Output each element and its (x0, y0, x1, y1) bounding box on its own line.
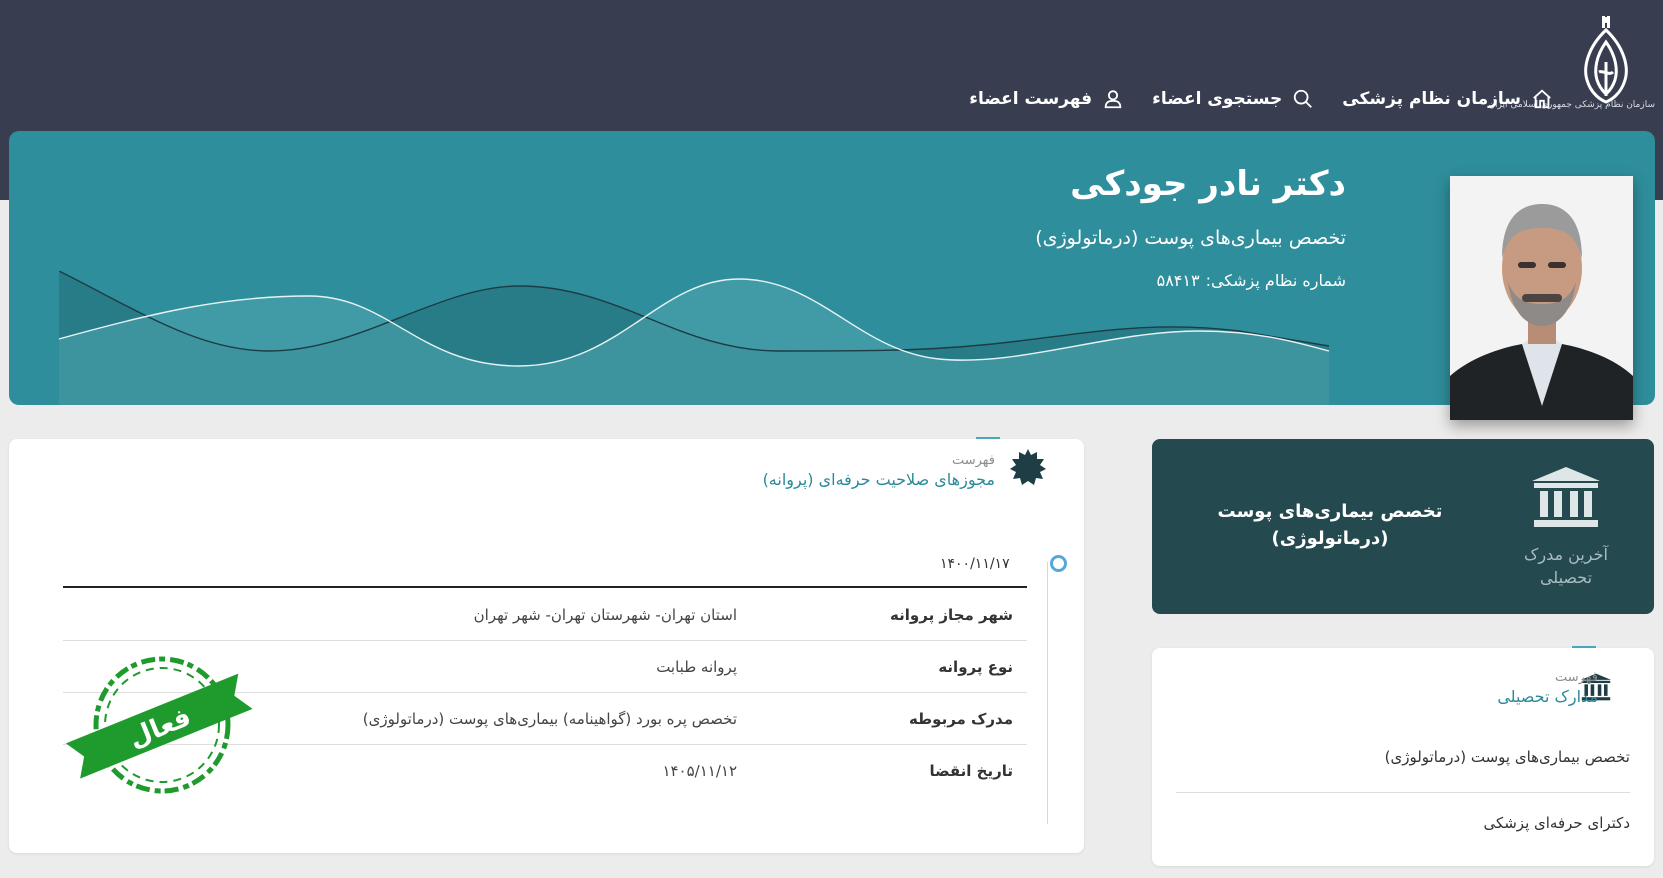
licenses-title: مجوزهای صلاحیت حرفه‌ای (پروانه) (762, 470, 995, 489)
list-item: تخصص بیماری‌های پوست (درماتولوژی) (1176, 748, 1630, 793)
main-nav: سازمان نظام پزشکی جستجوی اعضاء فهرست اعض… (969, 88, 1553, 110)
doctor-specialty: تخصص بیماری‌های پوست (درماتولوژی) (1035, 227, 1346, 249)
row-label: تاریخ انقضا (929, 762, 1013, 780)
doctor-hero-banner: دکتر نادر جودکی تخصص بیماری‌های پوست (در… (9, 131, 1655, 405)
latest-degree-caption: آخرین مدرک تحصیلی (1510, 543, 1622, 589)
nav-search-members[interactable]: جستجوی اعضاء (1152, 88, 1314, 110)
row-label: نوع پروانه (938, 657, 1013, 676)
nav-search-label: جستجوی اعضاء (1152, 89, 1283, 109)
latest-degree-title: تخصص بیماری‌های پوست (درماتولوژی) (1180, 498, 1480, 552)
degrees-title: مدارک تحصیلی (1497, 687, 1598, 706)
nav-members-label: فهرست اعضاء (969, 89, 1093, 109)
license-date: ۱۴۰۰/۱۱/۱۷ (940, 556, 1010, 572)
degrees-subtitle: فهرست (1554, 670, 1598, 685)
degree-line: (درماتولوژی) (1271, 528, 1389, 549)
badge-icon (1010, 449, 1046, 485)
degrees-header: فهرست مدارک تحصیلی (1497, 670, 1598, 706)
active-stamp: فعال (65, 656, 253, 794)
medical-council-number: شماره نظام پزشکی: ۵۸۴۱۳ (1151, 271, 1346, 290)
row-label: شهر مجاز پروانه (890, 605, 1013, 624)
licenses-subtitle: فهرست (951, 453, 995, 468)
user-icon (1104, 90, 1122, 109)
license-divider (63, 586, 1027, 588)
doctor-name: دکتر نادر جودکی (1070, 164, 1346, 204)
tab-marker (976, 437, 1000, 439)
medical-number-label: شماره نظام پزشکی: (1205, 271, 1346, 290)
nav-members-list[interactable]: فهرست اعضاء (969, 88, 1124, 110)
search-icon (1294, 89, 1313, 108)
nav-home[interactable]: سازمان نظام پزشکی (1342, 88, 1553, 110)
degree-line: تخصص بیماری‌های پوست (1217, 501, 1443, 522)
wave-decoration (59, 271, 1329, 405)
list-item: دکترای حرفه‌ای پزشکی (1483, 814, 1630, 832)
timeline-dot (1050, 555, 1067, 572)
caption-line: تحصیلی (1539, 568, 1593, 587)
table-row: شهر مجاز پروانه استان تهران- شهرستان تهر… (63, 589, 1027, 641)
medical-number-value: ۵۸۴۱۳ (1156, 271, 1200, 290)
row-value: استان تهران- شهرستان تهران- شهر تهران (473, 605, 737, 624)
tab-marker (1572, 646, 1596, 648)
timeline-line (1047, 562, 1048, 824)
degrees-card: فهرست مدارک تحصیلی تخصص بیماری‌های پوست … (1152, 646, 1654, 866)
nav-home-label: سازمان نظام پزشکی (1342, 89, 1521, 109)
row-label: مدرک مربوطه (908, 709, 1013, 728)
caption-line: آخرین مدرک (1524, 545, 1608, 564)
licenses-header: فهرست مجوزهای صلاحیت حرفه‌ای (پروانه) (763, 453, 995, 489)
doctor-photo (1450, 176, 1633, 420)
institution-icon (1532, 467, 1600, 527)
home-icon (1533, 89, 1551, 109)
